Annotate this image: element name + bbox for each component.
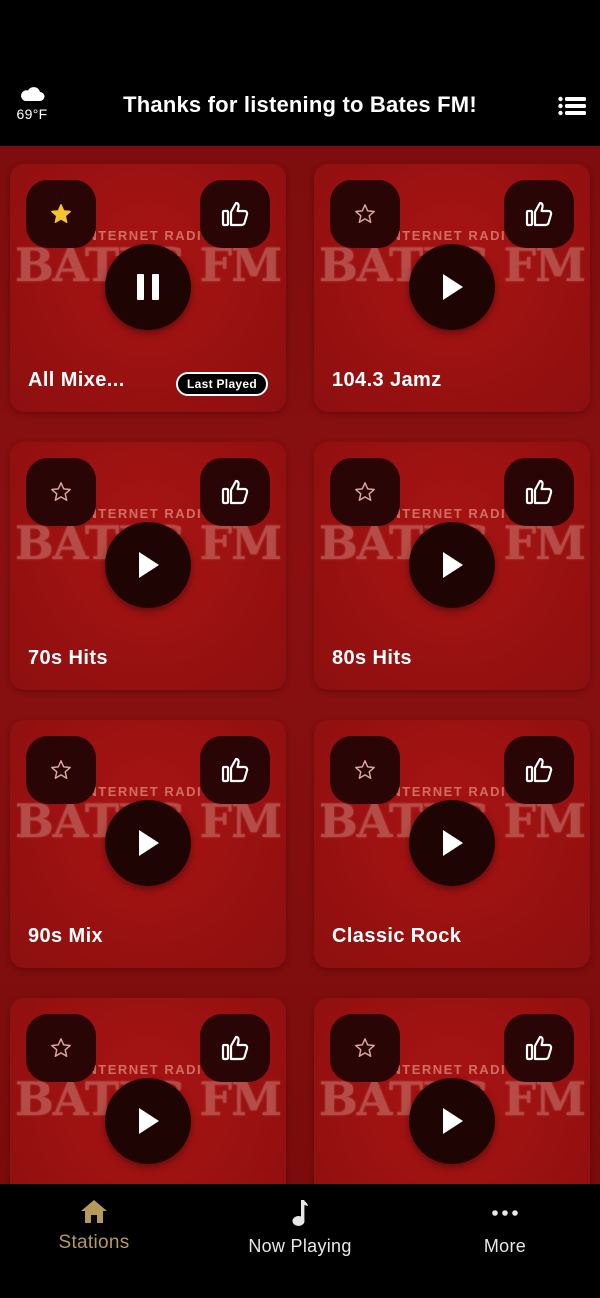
star-icon [355, 760, 375, 779]
station-name: All Mixe... [28, 369, 125, 391]
star-icon [355, 482, 375, 501]
play-icon [139, 552, 159, 578]
like-button[interactable] [504, 736, 574, 804]
play-icon [443, 1108, 463, 1134]
play-icon [139, 1108, 159, 1134]
star-icon [51, 760, 71, 779]
play-button[interactable] [409, 244, 495, 330]
station-card[interactable]: INTERNET RADIO BATES FM 90s Mix [10, 720, 286, 968]
like-button[interactable] [504, 458, 574, 526]
thumbs-up-icon [525, 479, 553, 505]
app-root: 69°F Thanks for listening to Bates FM! I… [0, 0, 600, 1298]
tab-more[interactable]: More [405, 1198, 600, 1257]
tab-label: Now Playing [248, 1236, 352, 1256]
like-button[interactable] [200, 180, 270, 248]
favorite-button[interactable] [330, 736, 400, 804]
station-name: 104.3 Jamz [332, 369, 442, 391]
like-button[interactable] [504, 180, 574, 248]
station-card[interactable]: INTERNET RADIO BATES FM [314, 998, 590, 1184]
tab-label: Stations [58, 1232, 130, 1253]
favorite-button[interactable] [26, 736, 96, 804]
star-icon [355, 204, 375, 223]
favorite-button[interactable] [26, 458, 96, 526]
play-icon [139, 830, 159, 856]
station-card[interactable]: INTERNET RADIO BATES FM 104.3 Jamz [314, 164, 590, 412]
play-icon [443, 830, 463, 856]
thumbs-up-icon [221, 201, 249, 227]
tab-bar: Stations Now Playing More [0, 1184, 600, 1298]
thumbs-up-icon [525, 757, 553, 783]
favorite-button[interactable] [330, 180, 400, 248]
tab-now-playing[interactable]: Now Playing [200, 1198, 400, 1257]
station-card[interactable]: INTERNET RADIO BATES FM 70s Hits [10, 442, 286, 690]
thumbs-up-icon [221, 1035, 249, 1061]
more-dots-icon [492, 1210, 518, 1216]
station-card[interactable]: INTERNET RADIO BATES FM All Mixe... Last Pl… [10, 164, 286, 412]
like-button[interactable] [200, 458, 270, 526]
star-icon [51, 1038, 71, 1057]
like-button[interactable] [200, 1014, 270, 1082]
list-menu-icon [558, 96, 586, 116]
station-card[interactable]: INTERNET RADIO BATES FM Classic Rock [314, 720, 590, 968]
tab-label: More [483, 1236, 527, 1256]
station-card[interactable]: INTERNET RADIO BATES FM 80s Hits [314, 442, 590, 690]
star-icon [51, 204, 71, 223]
thumbs-up-icon [221, 479, 249, 505]
play-icon [443, 274, 463, 300]
station-name: 80s Hits [332, 647, 412, 669]
home-icon [81, 1200, 107, 1223]
like-button[interactable] [504, 1014, 574, 1082]
favorite-button[interactable] [330, 1014, 400, 1082]
play-button[interactable] [409, 1078, 495, 1164]
last-played-badge: Last Played [176, 372, 268, 396]
play-button[interactable] [409, 800, 495, 886]
star-icon [51, 482, 71, 501]
tab-stations[interactable]: Stations [0, 1198, 194, 1254]
thumbs-up-icon [525, 201, 553, 227]
music-note-icon [292, 1200, 308, 1226]
like-button[interactable] [200, 736, 270, 804]
thumbs-up-icon [525, 1035, 553, 1061]
header: 69°F Thanks for listening to Bates FM! [0, 0, 600, 146]
favorite-button[interactable] [26, 180, 96, 248]
favorite-button[interactable] [330, 458, 400, 526]
page-title: Thanks for listening to Bates FM! [123, 92, 477, 117]
star-icon [355, 1038, 375, 1057]
stations-content: INTERNET RADIO BATES FM All Mixe... Last Pl… [0, 146, 600, 1184]
play-button[interactable] [105, 1078, 191, 1164]
station-name: Classic Rock [332, 925, 462, 947]
pause-button[interactable] [105, 244, 191, 330]
station-name: 70s Hits [28, 647, 108, 669]
play-button[interactable] [409, 522, 495, 608]
play-icon [443, 552, 463, 578]
thumbs-up-icon [221, 757, 249, 783]
menu-button[interactable] [558, 96, 586, 116]
favorite-button[interactable] [26, 1014, 96, 1082]
pause-icon [137, 274, 159, 300]
station-name: 90s Mix [28, 925, 104, 947]
station-card[interactable]: INTERNET RADIO BATES FM [10, 998, 286, 1184]
play-button[interactable] [105, 522, 191, 608]
stations-grid: INTERNET RADIO BATES FM All Mixe... Last Pl… [10, 164, 590, 1184]
play-button[interactable] [105, 800, 191, 886]
